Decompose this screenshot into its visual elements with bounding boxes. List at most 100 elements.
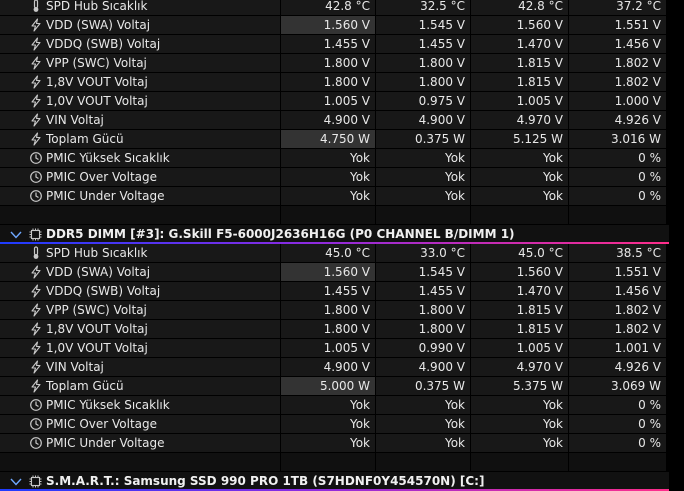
- spacer-cell: [471, 206, 568, 224]
- current-value: 1.800 V: [281, 301, 375, 319]
- sensor-name-cell: PMIC Over Voltage: [0, 415, 280, 433]
- scroll-gutter: [667, 187, 684, 205]
- sensor-row[interactable]: PMIC Yüksek Sıcaklık Yok Yok Yok 0 %: [0, 149, 684, 168]
- max-value: Yok: [471, 434, 568, 452]
- bolt-icon: [29, 265, 43, 279]
- spacer-row: [0, 206, 684, 224]
- current-value: 1.455 V: [281, 282, 375, 300]
- sensor-label: 1,0V VOUT Voltaj: [46, 341, 148, 355]
- sensor-row[interactable]: PMIC Over Voltage Yok Yok Yok 0 %: [0, 415, 684, 434]
- min-value: 1.455 V: [376, 35, 470, 53]
- sensor-label: Toplam Gücü: [46, 132, 124, 146]
- min-value: 0.375 W: [376, 377, 470, 395]
- sensor-row[interactable]: VIN Voltaj 4.900 V 4.900 V 4.970 V 4.926 V: [0, 111, 684, 130]
- min-value: 32.5 °C: [376, 0, 470, 15]
- scroll-gutter: [667, 130, 684, 148]
- average-value: 3.016 W: [569, 130, 666, 148]
- sensor-row[interactable]: VDDQ (SWB) Voltaj 1.455 V 1.455 V 1.470 V 1.…: [0, 35, 684, 54]
- current-value: 1.005 V: [281, 92, 375, 110]
- min-value: 1.800 V: [376, 320, 470, 338]
- max-value: 5.125 W: [471, 130, 568, 148]
- bolt-icon: [29, 18, 43, 32]
- sensor-row[interactable]: VDDQ (SWB) Voltaj 1.455 V 1.455 V 1.470 V 1.…: [0, 282, 684, 301]
- current-value: Yok: [281, 434, 375, 452]
- clock-icon: [29, 436, 43, 450]
- min-value: 1.545 V: [376, 16, 470, 34]
- bolt-icon: [29, 56, 43, 70]
- memory-chip-icon: [29, 228, 42, 241]
- scroll-gutter: [669, 472, 684, 491]
- device-header[interactable]: DDR5 DIMM [#3]: G.Skill F5-6000J2636H16G…: [0, 225, 684, 244]
- sensor-row[interactable]: VDD (SWA) Voltaj 1.560 V 1.545 V 1.560 V 1.5…: [0, 263, 684, 282]
- scroll-gutter: [667, 282, 684, 300]
- sensor-name-cell: PMIC Under Voltage: [0, 187, 280, 205]
- sensor-name-cell: PMIC Under Voltage: [0, 434, 280, 452]
- clock-icon: [29, 151, 43, 165]
- sensor-label: VDDQ (SWB) Voltaj: [46, 284, 161, 298]
- bolt-icon: [29, 341, 43, 355]
- sensor-label: VPP (SWC) Voltaj: [46, 303, 147, 317]
- max-value: 1.470 V: [471, 282, 568, 300]
- scroll-gutter: [667, 35, 684, 53]
- sensor-label: PMIC Under Voltage: [46, 436, 165, 450]
- bolt-icon: [29, 322, 43, 336]
- sensor-name-cell: Toplam Gücü: [0, 377, 280, 395]
- sensor-row[interactable]: SPD Hub Sıcaklık 42.8 °C 32.5 °C 42.8 °C 37.…: [0, 0, 684, 16]
- scroll-gutter: [667, 320, 684, 338]
- sensor-row[interactable]: PMIC Under Voltage Yok Yok Yok 0 %: [0, 187, 684, 206]
- sensor-name-cell: VDDQ (SWB) Voltaj: [0, 282, 280, 300]
- chevron-down-icon[interactable]: [10, 476, 22, 486]
- average-value: 1.000 V: [569, 92, 666, 110]
- min-value: Yok: [376, 149, 470, 167]
- min-value: 1.545 V: [376, 263, 470, 281]
- sensor-row[interactable]: PMIC Under Voltage Yok Yok Yok 0 %: [0, 434, 684, 453]
- sensor-row[interactable]: 1,0V VOUT Voltaj 1.005 V 0.975 V 1.005 V 1.0…: [0, 92, 684, 111]
- average-value: 37.2 °C: [569, 0, 666, 15]
- sensor-row[interactable]: Toplam Gücü 5.000 W 0.375 W 5.375 W 3.069 W: [0, 377, 684, 396]
- sensor-label: 1,8V VOUT Voltaj: [46, 75, 148, 89]
- scroll-gutter: [667, 92, 684, 110]
- sensor-label: PMIC Under Voltage: [46, 189, 165, 203]
- sensor-name-cell: VDD (SWA) Voltaj: [0, 263, 280, 281]
- average-value: 1.551 V: [569, 16, 666, 34]
- sensor-label: PMIC Yüksek Sıcaklık: [46, 398, 170, 412]
- sensor-row[interactable]: VPP (SWC) Voltaj 1.800 V 1.800 V 1.815 V 1.8…: [0, 54, 684, 73]
- average-value: 0 %: [569, 168, 666, 186]
- scroll-gutter: [667, 434, 684, 452]
- sensor-row[interactable]: 1,8V VOUT Voltaj 1.800 V 1.800 V 1.815 V 1.8…: [0, 73, 684, 92]
- device-header[interactable]: S.M.A.R.T.: Samsung SSD 990 PRO 1TB (S7H…: [0, 472, 684, 491]
- average-value: 1.802 V: [569, 54, 666, 72]
- current-value: Yok: [281, 168, 375, 186]
- sensor-name-cell: PMIC Over Voltage: [0, 168, 280, 186]
- sensor-label: PMIC Over Voltage: [46, 170, 158, 184]
- scroll-gutter: [667, 415, 684, 433]
- average-value: 4.926 V: [569, 111, 666, 129]
- sensor-row[interactable]: 1,0V VOUT Voltaj 1.005 V 0.990 V 1.005 V 1.0…: [0, 339, 684, 358]
- sensor-row[interactable]: PMIC Over Voltage Yok Yok Yok 0 %: [0, 168, 684, 187]
- current-value: 4.900 V: [281, 358, 375, 376]
- max-value: Yok: [471, 168, 568, 186]
- min-value: 1.800 V: [376, 54, 470, 72]
- current-value: 5.000 W: [281, 377, 375, 395]
- bolt-icon: [29, 379, 43, 393]
- average-value: 1.802 V: [569, 73, 666, 91]
- sensor-label: SPD Hub Sıcaklık: [46, 0, 148, 13]
- min-value: Yok: [376, 415, 470, 433]
- sensor-row[interactable]: VPP (SWC) Voltaj 1.800 V 1.800 V 1.815 V 1.8…: [0, 301, 684, 320]
- thermometer-icon: [29, 0, 43, 13]
- spacer-cell: [281, 206, 375, 224]
- bolt-icon: [29, 360, 43, 374]
- current-value: 1.800 V: [281, 320, 375, 338]
- sensor-row[interactable]: SPD Hub Sıcaklık 45.0 °C 33.0 °C 45.0 °C 38.…: [0, 244, 684, 263]
- average-value: 0 %: [569, 187, 666, 205]
- sensor-row[interactable]: Toplam Gücü 4.750 W 0.375 W 5.125 W 3.016 W: [0, 130, 684, 149]
- sensor-row[interactable]: VIN Voltaj 4.900 V 4.900 V 4.970 V 4.926 V: [0, 358, 684, 377]
- min-value: 0.990 V: [376, 339, 470, 357]
- chevron-down-icon[interactable]: [10, 229, 22, 239]
- scroll-gutter: [667, 73, 684, 91]
- bolt-icon: [29, 94, 43, 108]
- sensor-row[interactable]: VDD (SWA) Voltaj 1.560 V 1.545 V 1.560 V 1.5…: [0, 16, 684, 35]
- sensor-row[interactable]: PMIC Yüksek Sıcaklık Yok Yok Yok 0 %: [0, 396, 684, 415]
- memory-chip-icon: [29, 475, 42, 488]
- sensor-row[interactable]: 1,8V VOUT Voltaj 1.800 V 1.800 V 1.815 V 1.8…: [0, 320, 684, 339]
